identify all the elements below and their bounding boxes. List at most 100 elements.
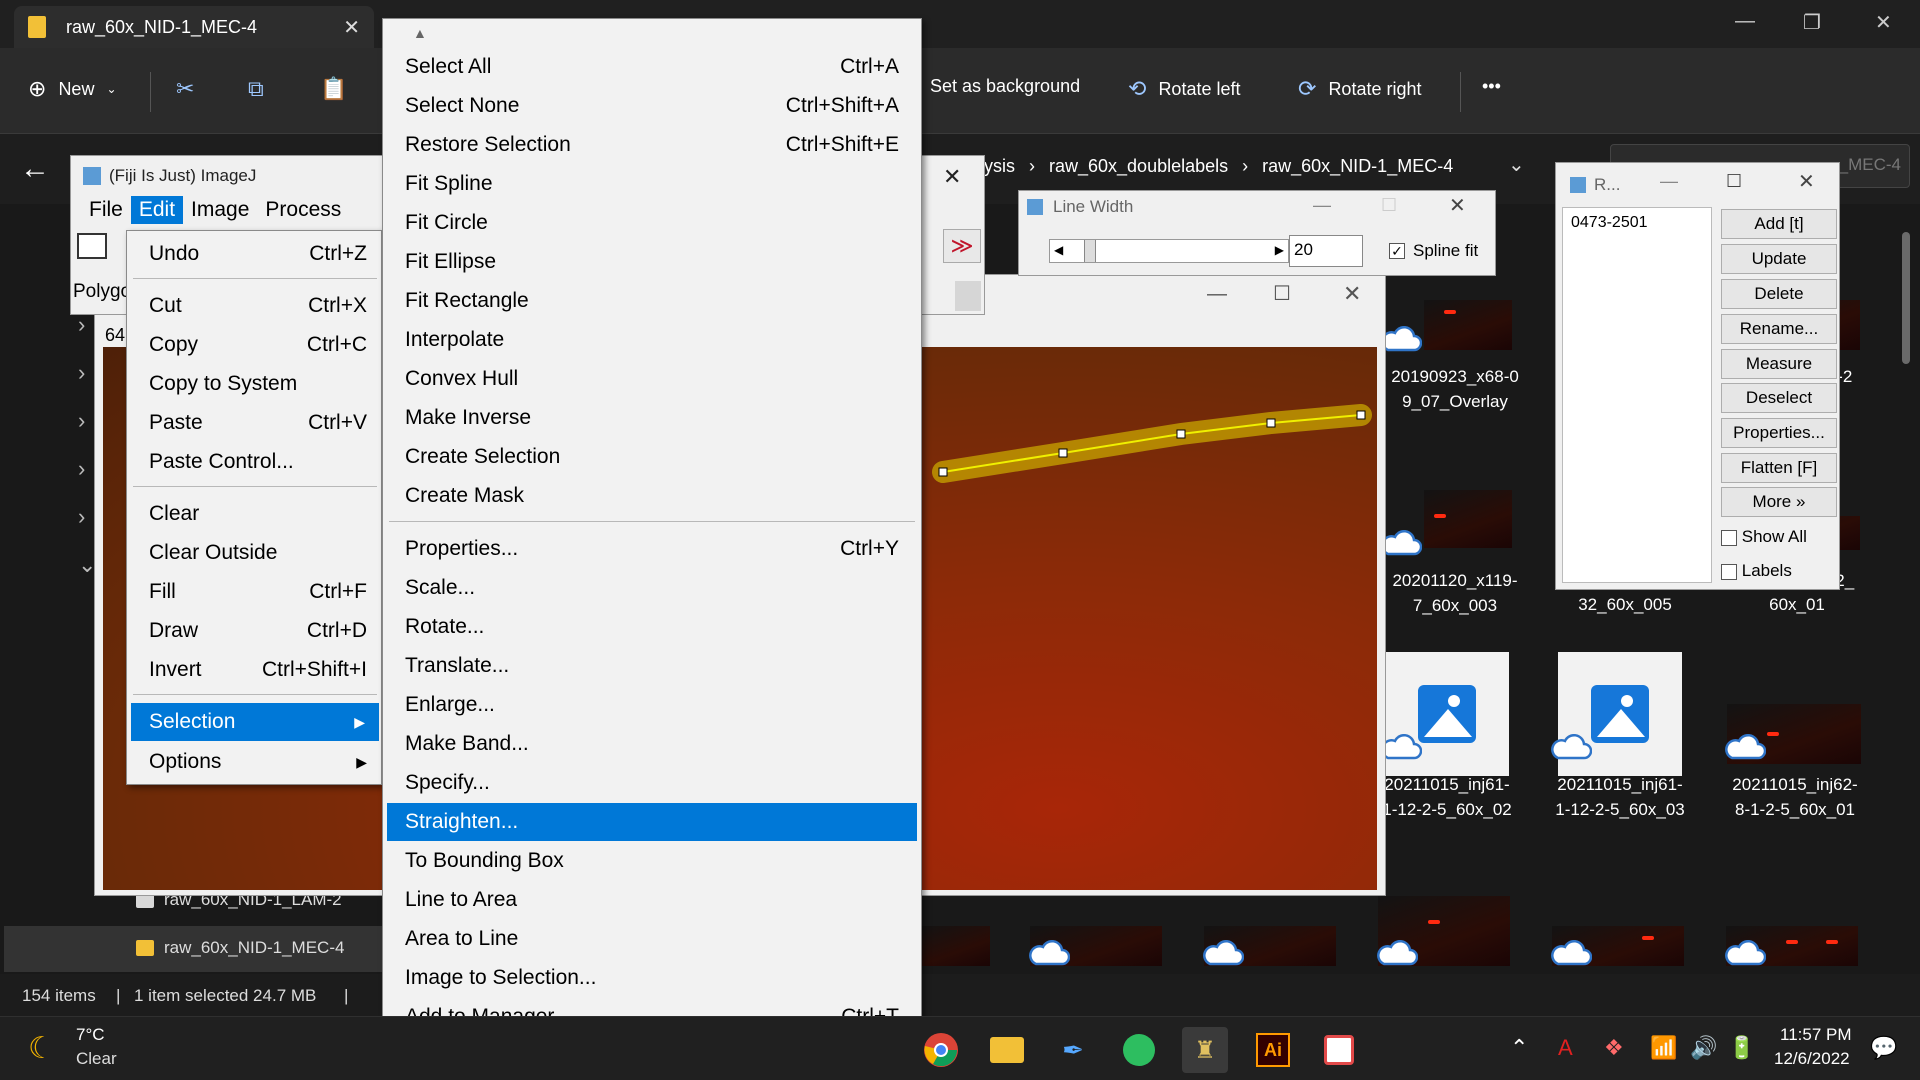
menu-item-line-to-area[interactable]: Line to Area — [383, 883, 921, 917]
menu-item-cut[interactable]: Cut Ctrl+X — [127, 289, 381, 323]
line-width-slider[interactable]: ◀ ▶ — [1049, 239, 1289, 263]
breadcrumb-item[interactable]: raw_60x_doublelabels — [1049, 156, 1228, 177]
menu-item-create-mask[interactable]: Create Mask — [383, 479, 921, 513]
menu-item-fill[interactable]: Fill Ctrl+F — [127, 575, 381, 609]
menu-item-select-none[interactable]: Select None Ctrl+Shift+A — [383, 89, 921, 123]
breadcrumb-item[interactable]: raw_60x_NID-1_MEC-4 — [1262, 156, 1453, 177]
show-all-checkbox[interactable] — [1721, 529, 1737, 546]
close-icon[interactable]: ✕ — [1798, 169, 1815, 194]
menu-item-straighten[interactable]: Straighten... — [387, 803, 917, 841]
file-thumbnail[interactable] — [1424, 490, 1512, 548]
rectangle-tool-icon[interactable] — [77, 233, 107, 259]
menu-item-restore-selection[interactable]: Restore Selection Ctrl+Shift+E — [383, 128, 921, 162]
menu-item-fit-spline[interactable]: Fit Spline — [383, 167, 921, 201]
menu-item-translate[interactable]: Translate... — [383, 649, 921, 683]
more-button[interactable]: More » — [1721, 487, 1837, 517]
chevron-down-icon[interactable]: ⌄ — [1508, 152, 1525, 177]
menu-item-fit-circle[interactable]: Fit Circle — [383, 206, 921, 240]
chevron-right-icon[interactable]: › — [78, 360, 85, 386]
pen-app-icon[interactable]: ✒ — [1050, 1027, 1096, 1073]
menu-item-to-bounding-box[interactable]: To Bounding Box — [383, 844, 921, 878]
roi-list-item[interactable]: 0473-2501 — [1563, 208, 1711, 238]
menu-item-convex-hull[interactable]: Convex Hull — [383, 362, 921, 396]
menu-item-make-inverse[interactable]: Make Inverse — [383, 401, 921, 435]
arrow-right-icon[interactable]: ▶ — [1275, 243, 1284, 257]
dropbox-icon[interactable]: ❖ — [1604, 1035, 1624, 1061]
menu-item-paste-control[interactable]: Paste Control... — [127, 445, 381, 479]
volume-icon[interactable]: 🔊 — [1690, 1035, 1717, 1061]
roi-list[interactable]: 0473-2501 — [1562, 207, 1712, 583]
vertical-scrollbar[interactable] — [1902, 232, 1910, 364]
close-window-icon[interactable]: ✕ — [1875, 10, 1892, 35]
close-tab-icon[interactable]: ✕ — [343, 15, 360, 40]
notification-icon[interactable]: 💬 — [1870, 1035, 1897, 1061]
maximize-icon[interactable]: ☐ — [1273, 281, 1291, 306]
restore-icon[interactable]: ❐ — [1803, 10, 1821, 35]
menu-item-copy-to-system[interactable]: Copy to System — [127, 367, 381, 401]
menu-item-image-to-selection[interactable]: Image to Selection... — [383, 961, 921, 995]
chevron-right-icon[interactable]: › — [78, 456, 85, 482]
acrobat-icon[interactable]: A — [1558, 1035, 1573, 1061]
roi-handle[interactable] — [1356, 410, 1366, 420]
menu-item-interpolate[interactable]: Interpolate — [383, 323, 921, 357]
menu-item-selection[interactable]: Selection ▶ — [131, 703, 379, 741]
menu-item-make-band[interactable]: Make Band... — [383, 727, 921, 761]
show-all-row[interactable]: Show All — [1721, 527, 1807, 547]
menu-item-specify[interactable]: Specify... — [383, 766, 921, 800]
menu-item-invert[interactable]: Invert Ctrl+Shift+I — [127, 653, 381, 687]
breadcrumb-item[interactable]: lysis — [980, 156, 1015, 177]
menu-item-enlarge[interactable]: Enlarge... — [383, 688, 921, 722]
more-options-button[interactable]: ••• — [1482, 76, 1501, 97]
new-button[interactable]: ⊕ New ⌄ — [28, 76, 117, 102]
battery-icon[interactable]: 🔋 — [1728, 1035, 1755, 1061]
slider-thumb[interactable] — [1084, 240, 1096, 262]
snipping-tool-icon[interactable] — [1316, 1027, 1362, 1073]
file-caption[interactable]: 20201120_x119- 7_60x_003 — [1370, 568, 1540, 618]
properties-button[interactable]: Properties... — [1721, 418, 1837, 448]
spline-fit-checkbox[interactable]: ✓ — [1389, 243, 1405, 259]
chevron-right-icon[interactable]: › — [78, 408, 85, 434]
rotate-right-button[interactable]: ⟳ Rotate right — [1298, 76, 1422, 102]
close-icon[interactable]: ✕ — [1449, 193, 1466, 218]
minimize-icon[interactable]: — — [1735, 10, 1755, 33]
menu-item-create-selection[interactable]: Create Selection — [383, 440, 921, 474]
menu-item-clear-outside[interactable]: Clear Outside — [127, 536, 381, 570]
close-icon[interactable]: ✕ — [943, 164, 961, 190]
update-button[interactable]: Update — [1721, 244, 1837, 274]
fiji-icon[interactable]: ♜ — [1182, 1027, 1228, 1073]
scroll-up-icon[interactable]: ▲ — [413, 25, 427, 41]
file-caption[interactable]: 32_60x_005 — [1540, 592, 1710, 617]
menu-process[interactable]: Process — [257, 196, 349, 224]
menu-item-fit-ellipse[interactable]: Fit Ellipse — [383, 245, 921, 279]
minimize-icon[interactable]: — — [1660, 171, 1678, 192]
roi-handle[interactable] — [1266, 418, 1276, 428]
menu-item-area-to-line[interactable]: Area to Line — [383, 922, 921, 956]
menu-item-properties[interactable]: Properties... Ctrl+Y — [383, 532, 921, 566]
menu-item-clear[interactable]: Clear — [127, 497, 381, 531]
menu-item-draw[interactable]: Draw Ctrl+D — [127, 614, 381, 648]
back-arrow-icon[interactable]: ← — [20, 152, 50, 186]
menu-image[interactable]: Image — [183, 196, 257, 224]
cut-button[interactable]: ✂ — [176, 76, 194, 102]
add-button[interactable]: Add [t] — [1721, 209, 1837, 239]
arrow-left-icon[interactable]: ◀ — [1054, 243, 1063, 257]
clock-date[interactable]: 12/6/2022 — [1774, 1049, 1850, 1069]
menu-item-select-all[interactable]: Select All Ctrl+A — [383, 50, 921, 84]
menu-item-paste[interactable]: Paste Ctrl+V — [127, 406, 381, 440]
more-tools-icon[interactable]: ≫ — [943, 229, 981, 263]
illustrator-icon[interactable]: Ai — [1250, 1027, 1296, 1073]
clock-time[interactable]: 11:57 PM — [1780, 1025, 1852, 1045]
minimize-icon[interactable]: — — [1313, 195, 1331, 216]
set-background-button[interactable]: Set as background — [930, 76, 1080, 97]
menu-item-rotate[interactable]: Rotate... — [383, 610, 921, 644]
minimize-icon[interactable]: — — [1207, 283, 1227, 306]
rotate-left-button[interactable]: ⟲ Rotate left — [1128, 76, 1240, 102]
menu-item-scale[interactable]: Scale... — [383, 571, 921, 605]
close-icon[interactable]: ✕ — [1343, 281, 1361, 307]
roi-handle[interactable] — [1058, 448, 1068, 458]
measure-button[interactable]: Measure — [1721, 349, 1837, 379]
menu-file[interactable]: File — [81, 196, 131, 224]
rename-button[interactable]: Rename... — [1721, 314, 1837, 344]
menu-item-options[interactable]: Options ▶ — [127, 745, 381, 779]
menu-item-copy[interactable]: Copy Ctrl+C — [127, 328, 381, 362]
